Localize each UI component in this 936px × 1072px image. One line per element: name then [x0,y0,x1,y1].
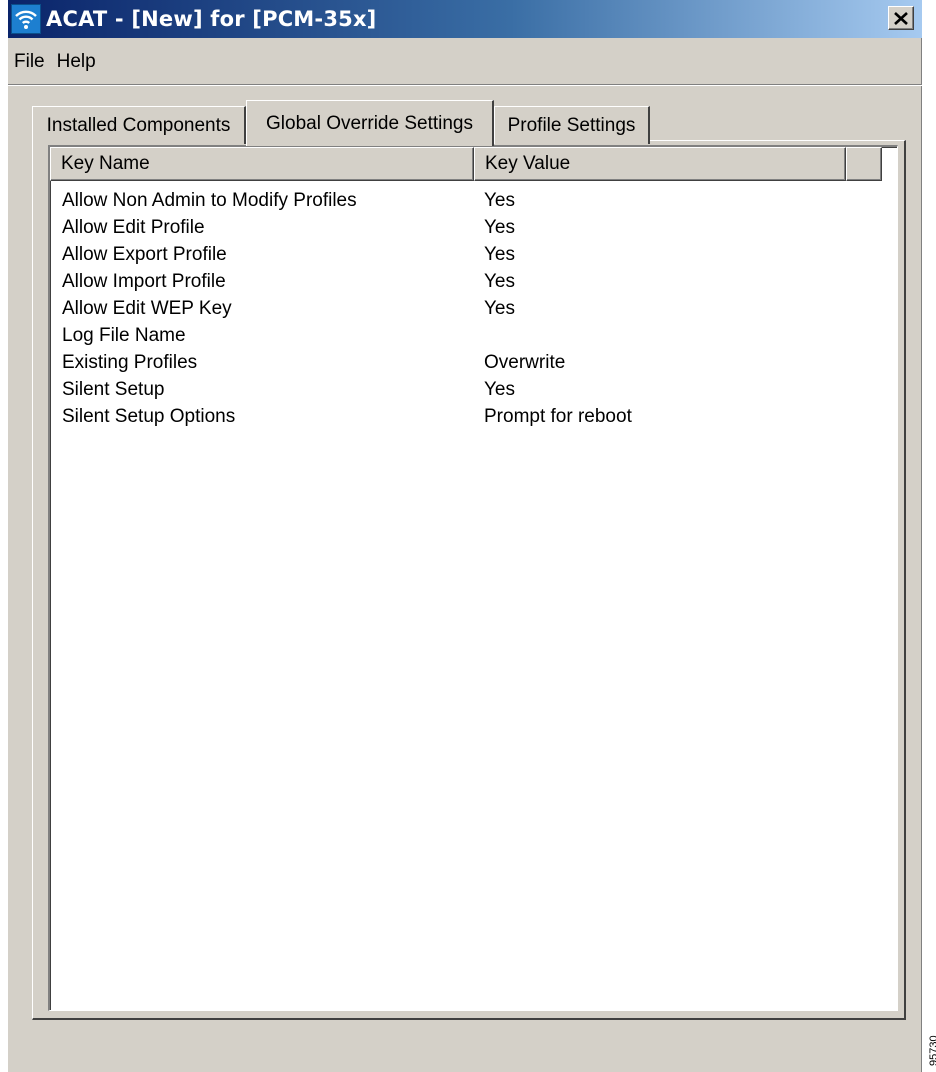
key-name: Log File Name [62,324,186,346]
wireless-signal-icon [11,4,41,34]
list-item[interactable]: Silent Setup Yes [50,376,897,403]
close-button[interactable] [888,6,914,30]
tab-global-override-settings[interactable]: Global Override Settings [246,100,494,146]
settings-list[interactable]: Key Name Key Value Allow Non Admin to Mo… [48,145,898,1011]
list-item[interactable]: Allow Edit Profile Yes [50,214,897,241]
key-value: Yes [484,243,515,265]
key-value: Yes [484,297,515,319]
tab-profile-settings[interactable]: Profile Settings [494,106,650,144]
key-value: Yes [484,270,515,292]
list-item[interactable]: Allow Edit WEP Key Yes [50,295,897,322]
figure-id: 95730 [928,1035,936,1066]
key-value: Yes [484,189,515,211]
list-item[interactable]: Allow Import Profile Yes [50,268,897,295]
key-name: Allow Import Profile [62,270,226,292]
key-name: Existing Profiles [62,351,198,373]
list-item[interactable]: Allow Export Profile Yes [50,241,897,268]
list-item[interactable]: Existing Profiles Overwrite [50,349,897,376]
column-header-filler [846,147,882,181]
key-name: Silent Setup [62,378,165,400]
tab-installed-components[interactable]: Installed Components [32,106,246,144]
window-title: ACAT - [New] for [PCM-35x] [46,7,377,31]
list-item[interactable]: Silent Setup Options Prompt for reboot [50,403,897,430]
column-header-key-name[interactable]: Key Name [50,147,474,181]
key-name: Silent Setup Options [62,405,236,427]
key-value: Overwrite [484,351,566,373]
key-value: Yes [484,378,515,400]
key-value: Prompt for reboot [484,405,632,427]
key-name: Allow Non Admin to Modify Profiles [62,189,357,211]
menu-bar: File Help [8,44,922,80]
key-name: Allow Edit Profile [62,216,205,238]
menu-separator [8,84,922,86]
list-item[interactable]: Allow Non Admin to Modify Profiles Yes [50,187,897,214]
key-name: Allow Edit WEP Key [62,297,232,319]
key-name: Allow Export Profile [62,243,227,265]
column-header-key-value[interactable]: Key Value [474,147,846,181]
menu-file[interactable]: File [8,46,51,78]
menu-help[interactable]: Help [51,46,102,78]
title-bar[interactable]: ACAT - [New] for [PCM-35x] [8,0,922,38]
key-value: Yes [484,216,515,238]
list-rows: Allow Non Admin to Modify Profiles Yes A… [50,187,897,430]
list-header: Key Name Key Value [50,147,882,181]
close-icon [894,11,908,25]
list-item[interactable]: Log File Name [50,322,897,349]
application-window: ACAT - [New] for [PCM-35x] File Help Ins… [8,0,922,1072]
